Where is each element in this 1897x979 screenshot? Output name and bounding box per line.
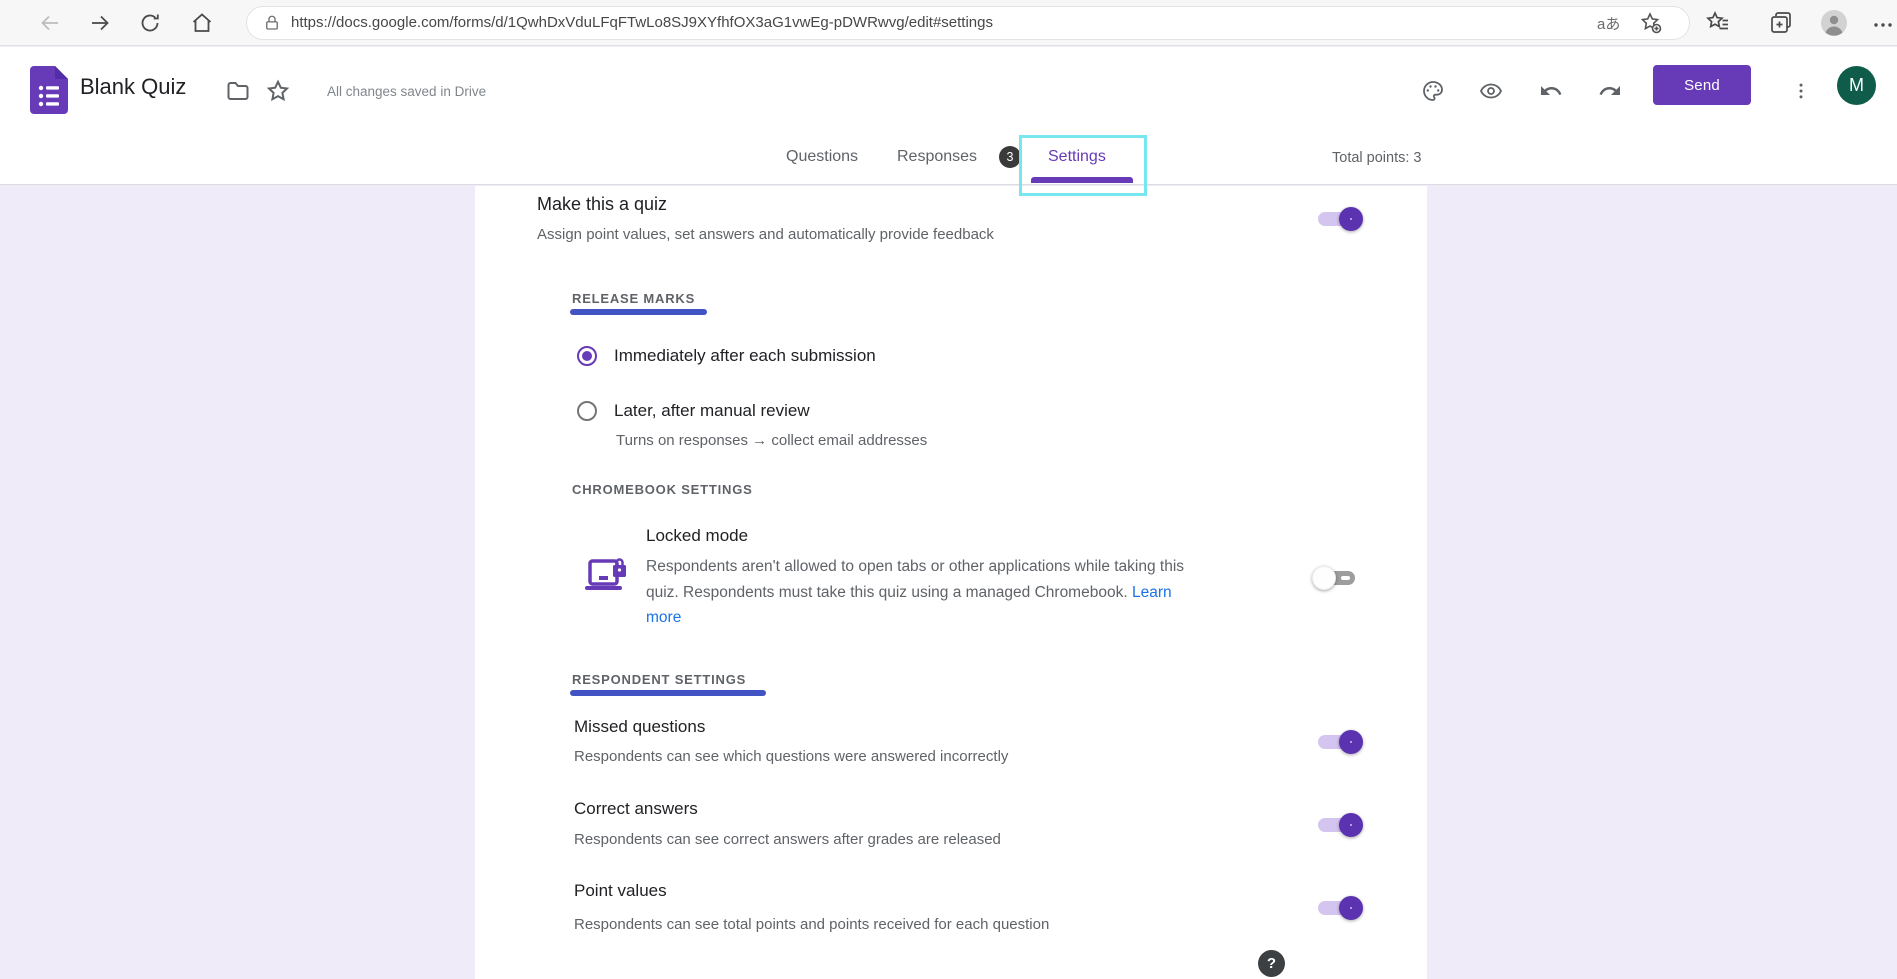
missed-questions-title: Missed questions — [574, 717, 705, 737]
total-points-label: Total points: 3 — [1332, 150, 1421, 166]
settings-panel: Make this a quiz Assign point values, se… — [475, 186, 1427, 979]
point-values-title: Point values — [574, 881, 667, 901]
translate-icon[interactable]: aあ — [1597, 13, 1620, 34]
settings-tab-underline — [1031, 177, 1133, 183]
radio-later-sublabel: Turns on responses → collect email addre… — [616, 432, 927, 449]
more-options-icon[interactable] — [1791, 79, 1811, 103]
google-forms-logo[interactable] — [30, 66, 68, 114]
correct-answers-description: Respondents can see correct answers afte… — [574, 831, 1001, 848]
favorites-icon[interactable] — [1705, 10, 1731, 36]
responses-count-badge: 3 — [999, 146, 1021, 168]
missed-questions-toggle[interactable] — [1314, 730, 1361, 754]
locked-mode-description-text: Respondents aren't allowed to open tabs … — [646, 558, 1184, 601]
release-marks-underline — [570, 309, 707, 315]
account-avatar[interactable]: M — [1837, 66, 1876, 105]
tab-questions[interactable]: Questions — [786, 148, 858, 166]
browser-menu-icon[interactable] — [1870, 12, 1896, 38]
move-folder-icon[interactable] — [226, 79, 250, 103]
radio-immediately-label: Immediately after each submission — [614, 346, 876, 366]
add-favorite-icon[interactable] — [1639, 11, 1663, 35]
point-values-toggle[interactable] — [1314, 896, 1361, 920]
correct-answers-title: Correct answers — [574, 799, 698, 819]
undo-icon[interactable] — [1539, 79, 1563, 103]
radio-later-label: Later, after manual review — [614, 401, 810, 421]
respondent-settings-underline — [570, 690, 766, 696]
lock-icon — [263, 14, 281, 32]
make-quiz-description: Assign point values, set answers and aut… — [537, 226, 994, 243]
tab-bar: Questions Responses 3 Settings Total poi… — [0, 133, 1897, 185]
tab-responses[interactable]: Responses — [897, 148, 977, 166]
collections-icon[interactable] — [1768, 10, 1794, 36]
save-status: All changes saved in Drive — [327, 84, 486, 99]
theme-palette-icon[interactable] — [1421, 79, 1445, 103]
radio-selected-icon[interactable] — [577, 346, 597, 366]
make-quiz-toggle[interactable] — [1314, 207, 1361, 231]
back-icon[interactable] — [38, 11, 62, 35]
send-button[interactable]: Send — [1653, 65, 1751, 105]
profile-avatar-icon[interactable] — [1820, 9, 1848, 37]
release-marks-heading: RELEASE MARKS — [572, 291, 695, 306]
browser-toolbar: https://docs.google.com/forms/d/1QwhDxVd… — [0, 0, 1897, 46]
forms-header: Blank Quiz All changes saved in Drive Se… — [0, 47, 1897, 133]
missed-questions-description: Respondents can see which questions were… — [574, 748, 1008, 765]
locked-mode-toggle[interactable] — [1314, 566, 1361, 590]
tab-settings[interactable]: Settings — [1048, 148, 1106, 166]
star-icon[interactable] — [266, 79, 290, 103]
refresh-icon[interactable] — [138, 11, 162, 35]
laptop-lock-icon — [583, 554, 631, 600]
preview-eye-icon[interactable] — [1479, 79, 1503, 103]
redo-icon[interactable] — [1598, 79, 1622, 103]
form-title[interactable]: Blank Quiz — [80, 74, 186, 100]
address-bar[interactable]: https://docs.google.com/forms/d/1QwhDxVd… — [246, 6, 1690, 40]
radio-unselected-icon[interactable] — [577, 401, 597, 421]
locked-mode-description: Respondents aren't allowed to open tabs … — [646, 554, 1208, 631]
locked-mode-title: Locked mode — [646, 526, 748, 546]
radio-immediately[interactable]: Immediately after each submission — [577, 346, 876, 366]
help-button[interactable]: ? — [1258, 950, 1285, 977]
make-quiz-title: Make this a quiz — [537, 194, 667, 215]
point-values-description: Respondents can see total points and poi… — [574, 916, 1049, 933]
chromebook-settings-heading: CHROMEBOOK SETTINGS — [572, 482, 753, 497]
correct-answers-toggle[interactable] — [1314, 813, 1361, 837]
respondent-settings-heading: RESPONDENT SETTINGS — [572, 672, 746, 687]
radio-later[interactable]: Later, after manual review — [577, 401, 810, 421]
forward-icon[interactable] — [88, 11, 112, 35]
url-text[interactable]: https://docs.google.com/forms/d/1QwhDxVd… — [291, 14, 993, 31]
home-icon[interactable] — [190, 11, 214, 35]
